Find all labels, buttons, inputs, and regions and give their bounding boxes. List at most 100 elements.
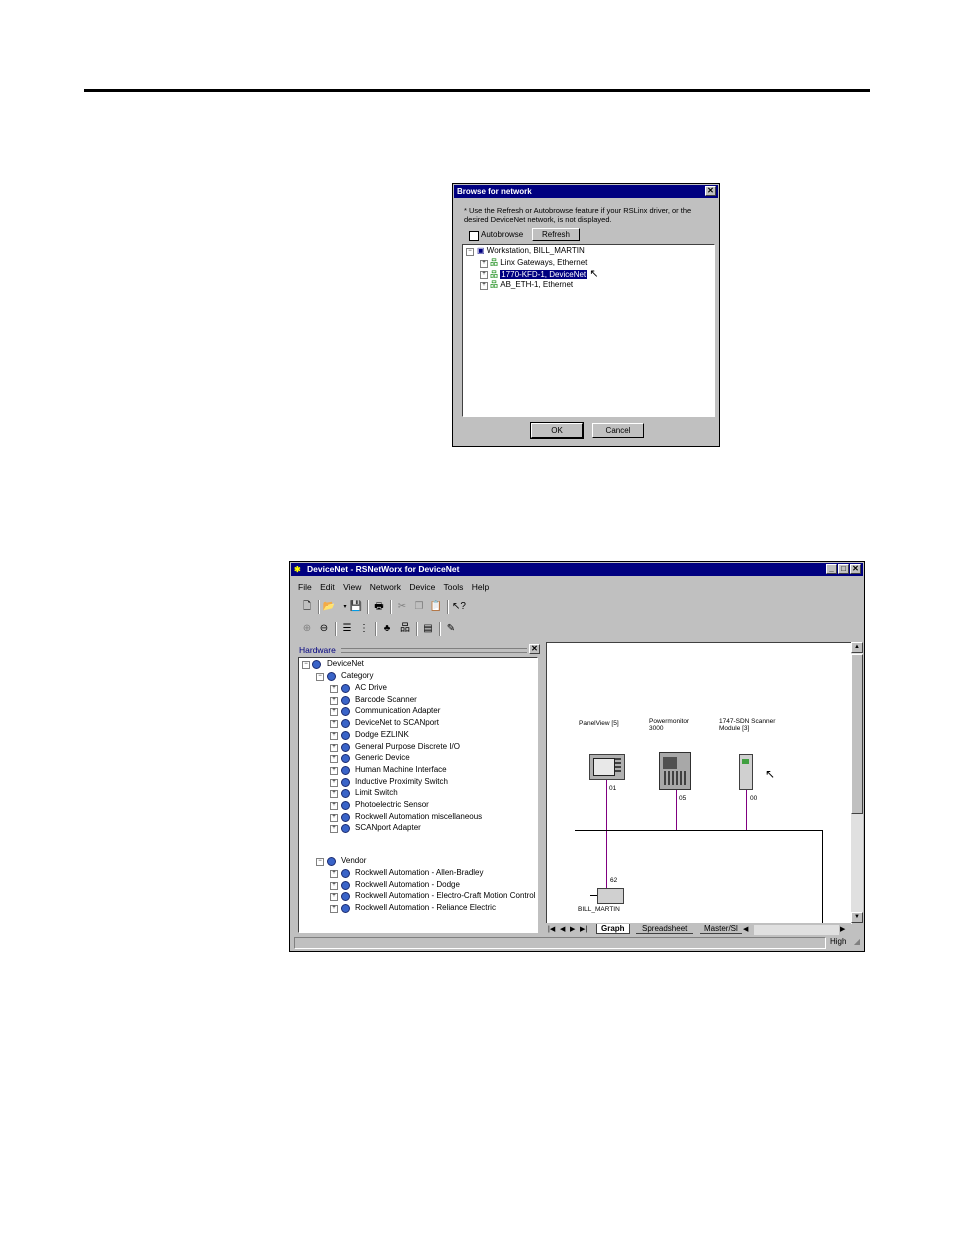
- tree-node-vendor-item[interactable]: Rockwell Automation - Reliance Electric: [355, 902, 496, 913]
- tree-node-category-item[interactable]: Communication Adapter: [355, 705, 440, 716]
- collapse-icon[interactable]: −: [316, 858, 324, 866]
- expand-icon[interactable]: +: [330, 731, 338, 740]
- print-icon[interactable]: 🖶: [372, 600, 386, 614]
- tree-node-category-item[interactable]: DeviceNet to SCANport: [355, 717, 439, 728]
- expand-icon[interactable]: +: [330, 778, 338, 787]
- tree-view-icon[interactable]: ⋮: [357, 622, 371, 636]
- hardware-tree[interactable]: − DeviceNet − Category + AC Drive + Barcode…: [298, 657, 538, 933]
- tree-node-vendor-item[interactable]: Rockwell Automation - Electro-Craft Moti…: [355, 890, 536, 901]
- expand-icon[interactable]: +: [330, 870, 338, 878]
- tree-node-vendor-item[interactable]: Rockwell Automation - Dodge: [355, 879, 460, 890]
- scroll-up-icon[interactable]: ▲: [851, 642, 863, 653]
- expand-icon[interactable]: +: [480, 260, 488, 268]
- expand-icon[interactable]: +: [330, 881, 338, 890]
- menu-tools[interactable]: Tools: [444, 582, 464, 592]
- edp-wizard-icon[interactable]: ✎: [444, 622, 458, 636]
- tree-node-linx-gateways[interactable]: 品 Linx Gateways, Ethernet: [490, 258, 587, 268]
- maximize-icon[interactable]: □: [838, 564, 849, 574]
- tree-node-workstation[interactable]: ▣ Workstation, BILL_MARTIN: [477, 246, 585, 256]
- expand-icon[interactable]: +: [330, 755, 338, 764]
- tree-node-category-item[interactable]: Photoelectric Sensor: [355, 799, 429, 810]
- menu-help[interactable]: Help: [472, 582, 489, 592]
- expand-icon[interactable]: +: [480, 271, 488, 279]
- network-graph[interactable]: PanelView [5] Powermonitor 3000 1747-SDN…: [546, 642, 852, 925]
- whats-this-help-icon[interactable]: ↖?: [452, 600, 466, 614]
- properties-icon[interactable]: ▤: [421, 622, 435, 636]
- refresh-button[interactable]: Refresh: [532, 228, 580, 241]
- menu-view[interactable]: View: [343, 582, 361, 592]
- network-browse-icon[interactable]: 品: [398, 622, 412, 636]
- menu-network[interactable]: Network: [370, 582, 401, 592]
- tree-node-vendor[interactable]: Vendor: [341, 855, 366, 866]
- tree-node-category[interactable]: Category: [341, 670, 373, 681]
- tree-node-devicenet[interactable]: 品 1770-KFD-1, DeviceNet ↖: [490, 269, 599, 280]
- tab-master-slave[interactable]: Master/Sl: [700, 924, 742, 934]
- online-icon[interactable]: ♣: [380, 622, 394, 636]
- menu-file[interactable]: File: [298, 582, 312, 592]
- expand-icon[interactable]: +: [330, 708, 338, 717]
- next-tab-icon[interactable]: ▶: [570, 925, 575, 933]
- collapse-icon[interactable]: −: [466, 248, 474, 256]
- menu-device[interactable]: Device: [409, 582, 435, 592]
- scroll-left-icon[interactable]: ◀: [743, 925, 748, 933]
- expand-icon[interactable]: +: [330, 720, 338, 729]
- close-icon[interactable]: ✕: [850, 564, 861, 574]
- tab-graph[interactable]: Graph: [596, 924, 630, 934]
- ok-button[interactable]: OK: [530, 422, 584, 439]
- save-icon[interactable]: 💾: [349, 600, 363, 614]
- workstation-device-icon[interactable]: [597, 888, 624, 904]
- tree-node-vendor-item[interactable]: Rockwell Automation - Allen-Bradley: [355, 867, 484, 878]
- expand-icon[interactable]: +: [330, 766, 338, 775]
- network-tree[interactable]: − ▣ Workstation, BILL_MARTIN + 品 Linx Ga…: [462, 244, 715, 417]
- powermonitor-device-icon[interactable]: [659, 752, 691, 790]
- tree-node-category-item[interactable]: SCANport Adapter: [355, 822, 421, 833]
- expand-icon[interactable]: +: [330, 825, 338, 834]
- autobrowse-checkbox[interactable]: [469, 231, 479, 241]
- hscroll-track[interactable]: [754, 925, 839, 935]
- tree-node-category-item[interactable]: Generic Device: [355, 752, 410, 763]
- expand-icon[interactable]: +: [330, 802, 338, 810]
- panelview-device-icon[interactable]: [589, 754, 625, 780]
- zoom-in-icon[interactable]: ⊕: [300, 622, 314, 636]
- scroll-thumb[interactable]: [851, 654, 863, 814]
- tree-node-category-item[interactable]: Barcode Scanner: [355, 694, 417, 705]
- paste-icon[interactable]: 📋: [429, 600, 443, 614]
- expand-icon[interactable]: +: [330, 905, 338, 914]
- scroll-right-icon[interactable]: ▶: [840, 925, 845, 933]
- open-folder-icon[interactable]: 📂: [322, 600, 336, 614]
- scanner-module-icon[interactable]: [739, 754, 753, 790]
- close-icon[interactable]: ✕: [705, 186, 716, 196]
- last-tab-icon[interactable]: ▶|: [580, 925, 587, 933]
- list-view-icon[interactable]: ☰: [340, 622, 354, 636]
- tree-node-category-item[interactable]: Limit Switch: [355, 787, 398, 798]
- resize-grip-icon[interactable]: ◢: [854, 937, 860, 946]
- expand-icon[interactable]: +: [330, 813, 338, 822]
- tree-node-category-item[interactable]: Dodge EZLINK: [355, 729, 409, 740]
- zoom-out-icon[interactable]: ⊖: [317, 622, 331, 636]
- cancel-button[interactable]: Cancel: [592, 423, 644, 438]
- first-tab-icon[interactable]: |◀: [548, 925, 555, 933]
- tree-node-category-item[interactable]: Human Machine Interface: [355, 764, 447, 775]
- cut-icon[interactable]: ✂: [395, 600, 409, 614]
- expand-icon[interactable]: +: [330, 685, 338, 693]
- scroll-down-icon[interactable]: ▼: [851, 912, 863, 923]
- expand-icon[interactable]: +: [480, 282, 488, 290]
- expand-icon[interactable]: +: [330, 743, 338, 752]
- expand-icon[interactable]: +: [330, 790, 338, 799]
- graph-vertical-scrollbar[interactable]: ▲ ▼: [851, 642, 863, 923]
- new-file-icon[interactable]: 🗋: [300, 600, 314, 614]
- prev-tab-icon[interactable]: ◀: [560, 925, 565, 933]
- expand-icon[interactable]: +: [330, 696, 338, 705]
- tree-node-devicenet[interactable]: DeviceNet: [327, 658, 364, 669]
- tree-node-category-item[interactable]: Rockwell Automation miscellaneous: [355, 811, 482, 822]
- tree-node-category-item[interactable]: General Purpose Discrete I/O: [355, 741, 460, 752]
- minimize-icon[interactable]: _: [826, 564, 837, 574]
- expand-icon[interactable]: +: [330, 893, 338, 902]
- collapse-icon[interactable]: −: [302, 661, 310, 669]
- close-pane-icon[interactable]: ✕: [529, 644, 540, 654]
- tree-node-category-item[interactable]: Inductive Proximity Switch: [355, 776, 448, 787]
- collapse-icon[interactable]: −: [316, 673, 324, 681]
- tree-node-ab-eth[interactable]: 品 AB_ETH-1, Ethernet: [490, 280, 573, 290]
- copy-icon[interactable]: ❐: [412, 600, 426, 614]
- tree-node-category-item[interactable]: AC Drive: [355, 682, 387, 693]
